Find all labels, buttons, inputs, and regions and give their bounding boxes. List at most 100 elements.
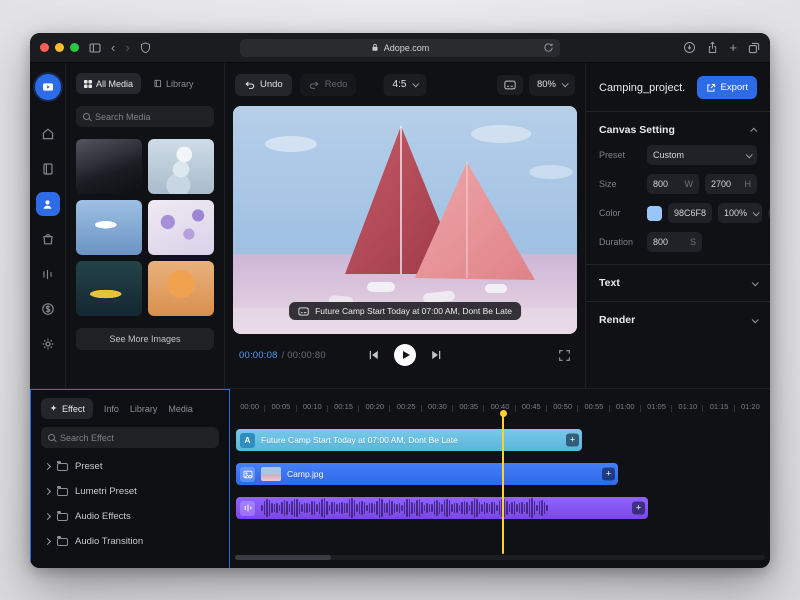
timeline-tick: 00:35: [453, 402, 484, 411]
media-thumbnail[interactable]: [148, 200, 214, 255]
assets-bag-icon[interactable]: [36, 227, 60, 251]
audio-clip[interactable]: +: [236, 497, 648, 519]
effect-group-audio-effects[interactable]: Audio Effects: [41, 504, 219, 529]
color-hex-field[interactable]: 98C6F8: [668, 203, 712, 223]
media-thumbnail[interactable]: [148, 261, 214, 316]
lock-icon: [371, 43, 379, 52]
aspect-ratio-select[interactable]: 4:5: [384, 74, 427, 96]
caption-overlay[interactable]: Future Camp Start Today at 07:00 AM, Don…: [289, 302, 521, 320]
play-button[interactable]: [394, 344, 416, 366]
back-icon[interactable]: ‹: [111, 41, 115, 54]
audio-mixer-icon[interactable]: [36, 262, 60, 286]
add-keyframe-icon[interactable]: +: [632, 502, 645, 515]
media-grid: [76, 139, 214, 316]
library-icon[interactable]: [36, 157, 60, 181]
render-section-header[interactable]: Render: [599, 314, 757, 326]
maximize-window-button[interactable]: [70, 43, 79, 52]
media-thumbnail[interactable]: [76, 200, 142, 255]
new-tab-icon[interactable]: +: [729, 41, 737, 54]
width-field[interactable]: 800 W: [647, 174, 699, 194]
tab-library[interactable]: Library: [130, 404, 158, 414]
redo-button[interactable]: Redo: [300, 74, 357, 96]
media-search[interactable]: [76, 106, 214, 127]
fullscreen-icon[interactable]: [558, 349, 571, 362]
eyedropper-icon[interactable]: [768, 203, 770, 223]
chevron-up-icon: [750, 127, 757, 134]
sidebar-toggle-icon[interactable]: [89, 42, 101, 54]
skip-back-icon[interactable]: [367, 349, 380, 361]
duration-field[interactable]: 800 S: [647, 232, 702, 252]
effect-search[interactable]: [41, 427, 219, 448]
export-icon: [706, 83, 716, 93]
media-thumbnail[interactable]: [76, 139, 142, 194]
app-rail: [30, 63, 66, 388]
timeline-scrollbar[interactable]: [235, 555, 765, 560]
timeline-tick: 01:10: [672, 402, 703, 411]
media-thumbnail[interactable]: [76, 261, 142, 316]
effect-group-lumetri-preset[interactable]: Lumetri Preset: [41, 479, 219, 504]
close-window-button[interactable]: [40, 43, 49, 52]
tabs-overview-icon[interactable]: [748, 42, 760, 54]
current-time: 00:00:08: [239, 350, 278, 361]
height-field[interactable]: 2700 H: [705, 174, 757, 194]
forward-icon[interactable]: ›: [125, 41, 129, 54]
chevron-right-icon: [44, 463, 51, 470]
app-window: ‹ › Adope.com +: [30, 33, 770, 568]
media-search-input[interactable]: [95, 112, 207, 122]
tab-media[interactable]: Media: [168, 404, 193, 414]
timeline-tick: 00:00: [234, 402, 265, 411]
scrollbar-thumb[interactable]: [235, 555, 331, 560]
address-bar[interactable]: Adope.com: [240, 39, 560, 57]
skip-forward-icon[interactable]: [430, 349, 443, 361]
project-title: Camping_project.: [599, 82, 685, 94]
playhead[interactable]: [502, 413, 504, 554]
timeline-tick: 01:05: [641, 402, 672, 411]
video-clip[interactable]: Camp.jpg +: [236, 463, 618, 485]
grid-icon: [84, 80, 92, 88]
add-keyframe-icon[interactable]: +: [566, 434, 579, 447]
tab-library[interactable]: Library: [145, 73, 202, 94]
zoom-select[interactable]: 80%: [529, 74, 575, 96]
preset-select[interactable]: Custom: [647, 145, 757, 165]
chevron-down-icon: [752, 279, 759, 286]
add-keyframe-icon[interactable]: +: [602, 468, 615, 481]
text-clip[interactable]: A Future Camp Start Today at 07:00 AM, D…: [236, 429, 582, 451]
credits-icon[interactable]: [36, 297, 60, 321]
refresh-icon[interactable]: [543, 42, 554, 53]
opacity-select[interactable]: 100%: [718, 203, 762, 223]
preset-value: Custom: [653, 150, 684, 160]
home-icon[interactable]: [36, 122, 60, 146]
chevron-right-icon: [44, 488, 51, 495]
inspector-panel: Camping_project. Export Canvas Setting P…: [585, 63, 770, 388]
section-title: Text: [599, 277, 620, 289]
tab-info[interactable]: Info: [104, 404, 119, 414]
effect-group-audio-transition[interactable]: Audio Transition: [41, 529, 219, 554]
share-icon[interactable]: [707, 41, 718, 54]
app-logo[interactable]: [35, 74, 61, 100]
profile-icon[interactable]: [36, 192, 60, 216]
shield-icon[interactable]: [140, 42, 151, 54]
text-section-header[interactable]: Text: [599, 277, 757, 289]
download-icon[interactable]: [683, 41, 696, 54]
chevron-down-icon: [562, 80, 569, 87]
video-preview[interactable]: Future Camp Start Today at 07:00 AM, Don…: [233, 106, 577, 334]
effect-search-input[interactable]: [60, 433, 212, 443]
undo-button[interactable]: Undo: [235, 74, 292, 96]
tab-label: Effect: [62, 404, 85, 414]
see-more-images-button[interactable]: See More Images: [76, 328, 214, 350]
tab-all-media[interactable]: All Media: [76, 73, 141, 94]
captions-button[interactable]: [497, 75, 523, 95]
redo-icon: [309, 80, 320, 90]
minimize-window-button[interactable]: [55, 43, 64, 52]
tab-effect[interactable]: Effect: [41, 398, 93, 419]
chevron-down-icon: [753, 209, 760, 216]
color-swatch[interactable]: [647, 206, 662, 221]
clip-thumbnail: [261, 467, 281, 481]
media-thumbnail[interactable]: [148, 139, 214, 194]
audio-icon: [240, 501, 255, 516]
effect-group-preset[interactable]: Preset: [41, 454, 219, 479]
canvas-setting-header[interactable]: Canvas Setting: [599, 124, 757, 136]
export-button[interactable]: Export: [697, 76, 757, 99]
timeline-section: Effect Info Library Media Preset: [30, 388, 770, 568]
settings-gear-icon[interactable]: [36, 332, 60, 356]
